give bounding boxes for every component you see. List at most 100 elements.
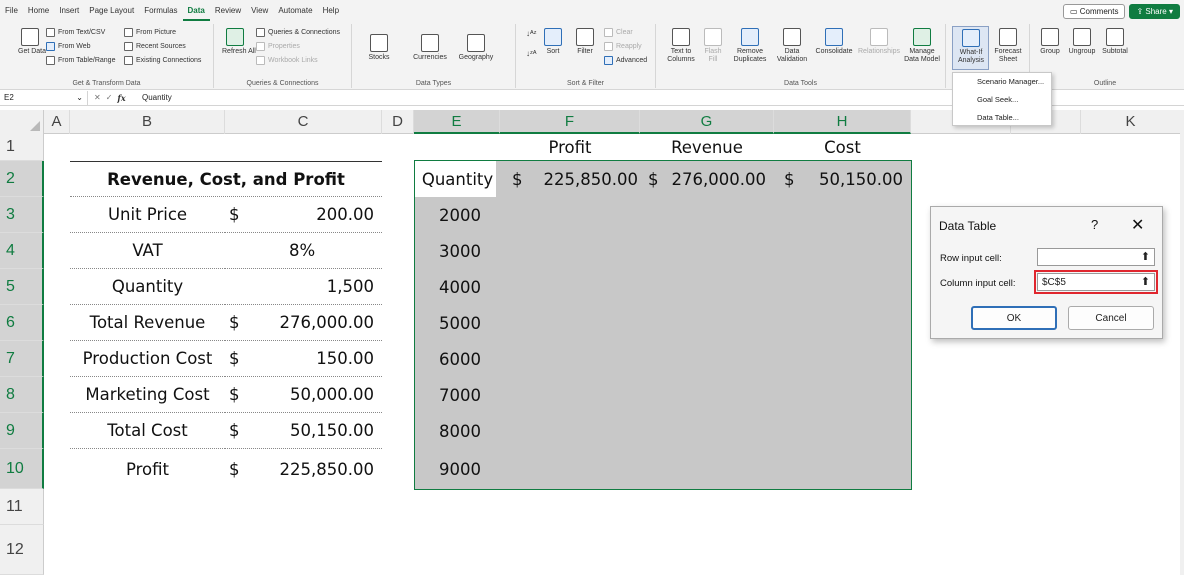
label-profit[interactable]: Profit (70, 449, 225, 489)
subtotal-button[interactable]: Subtotal (1100, 28, 1130, 56)
formula-input[interactable]: Quantity (138, 93, 172, 102)
value-cell-unit-price[interactable]: $200.00 (225, 197, 382, 233)
scenario-manager-item[interactable]: Scenario Manager... (953, 73, 1051, 91)
value-quantity[interactable]: 1,500 (225, 269, 382, 305)
column-input-field[interactable]: $C$5 ⬆ (1034, 270, 1158, 294)
relationships-button[interactable]: Relationships (858, 28, 900, 56)
label-unit-price[interactable]: Unit Price (70, 197, 225, 233)
name-box[interactable]: E2 ⌄ (0, 90, 88, 105)
ungroup-button[interactable]: Ungroup (1066, 28, 1098, 56)
tab-review[interactable]: Review (210, 0, 246, 22)
dt-cost-value-cell[interactable]: $50,150.00 (774, 161, 911, 197)
quantity-input-cell[interactable]: 2000 (415, 197, 500, 233)
cancel-icon[interactable]: ✕ (94, 93, 101, 102)
select-all-button[interactable] (0, 110, 44, 134)
tab-automate[interactable]: Automate (273, 0, 317, 22)
tab-page-layout[interactable]: Page Layout (84, 0, 139, 22)
queries-connections-button[interactable]: Queries & Connections (256, 27, 340, 38)
row-input-field[interactable]: ⬆ (1037, 248, 1155, 266)
quantity-input-cell[interactable]: 8000 (415, 413, 500, 449)
geography-button[interactable]: Geography (456, 34, 496, 62)
row-header-7[interactable]: 7 (0, 341, 44, 377)
workbook-links-button[interactable]: Workbook Links (256, 55, 318, 66)
row-header-8[interactable]: 8 (0, 377, 44, 413)
help-icon[interactable]: ? (1091, 217, 1098, 232)
flash-fill-button[interactable]: Flash Fill (702, 28, 724, 64)
refresh-all-button[interactable]: Refresh All (222, 28, 256, 56)
goal-seek-item[interactable]: Goal Seek... (953, 91, 1051, 109)
col-header-k[interactable]: K (1081, 110, 1181, 134)
advanced-button[interactable]: Advanced (604, 55, 647, 66)
col-header-a[interactable]: A (44, 110, 70, 134)
collapse-dialog-icon[interactable]: ⬆ (1141, 275, 1150, 288)
clear-button[interactable]: Clear (604, 27, 633, 38)
col-header-f[interactable]: F (500, 110, 640, 134)
stocks-button[interactable]: Stocks (366, 34, 392, 62)
table-title[interactable]: Revenue, Cost, and Profit (70, 162, 382, 197)
value-cell-profit[interactable]: $225,850.00 (225, 449, 382, 489)
tab-data[interactable]: Data (182, 1, 210, 21)
vertical-scrollbar[interactable] (1180, 110, 1184, 575)
from-text-csv-button[interactable]: From Text/CSV (46, 27, 105, 38)
row-header-3[interactable]: 3 (0, 197, 44, 233)
col-header-g[interactable]: G (640, 110, 774, 134)
ok-button[interactable]: OK (971, 306, 1057, 330)
label-total-revenue[interactable]: Total Revenue (70, 305, 225, 341)
cancel-button[interactable]: Cancel (1068, 306, 1154, 330)
value-vat[interactable]: 8% (225, 233, 382, 269)
quantity-input-cell[interactable]: 3000 (415, 233, 500, 269)
filter-button[interactable]: Filter (574, 28, 596, 56)
col-header-h[interactable]: H (774, 110, 911, 134)
row-header-9[interactable]: 9 (0, 413, 44, 449)
col-header-d[interactable]: D (382, 110, 414, 134)
consolidate-button[interactable]: Consolidate (814, 28, 854, 56)
value-cell-total-cost[interactable]: $50,150.00 (225, 413, 382, 449)
text-to-columns-button[interactable]: Text to Columns (664, 28, 698, 64)
from-table-range-button[interactable]: From Table/Range (46, 55, 115, 66)
dt-profit-value-cell[interactable]: $225,850.00 (500, 161, 640, 197)
col-header-c[interactable]: C (225, 110, 382, 134)
label-total-cost[interactable]: Total Cost (70, 413, 225, 449)
what-if-analysis-button[interactable]: What-If Analysis (952, 26, 989, 70)
header-profit[interactable]: Profit (500, 134, 640, 161)
collapse-dialog-icon[interactable]: ⬆ (1141, 250, 1150, 263)
label-marketing-cost[interactable]: Marketing Cost (70, 377, 225, 413)
forecast-sheet-button[interactable]: Forecast Sheet (992, 28, 1024, 64)
value-cell-marketing-cost[interactable]: $50,000.00 (225, 377, 382, 413)
tab-file[interactable]: File (0, 0, 23, 22)
comments-button[interactable]: ▭ Comments (1062, 4, 1126, 19)
sort-button[interactable]: Sort (544, 28, 562, 56)
data-validation-button[interactable]: Data Validation (774, 28, 810, 64)
header-revenue[interactable]: Revenue (640, 134, 774, 161)
tab-insert[interactable]: Insert (54, 0, 84, 22)
quantity-input-cell[interactable]: 6000 (415, 341, 500, 377)
tab-help[interactable]: Help (318, 0, 344, 22)
tab-home[interactable]: Home (23, 0, 54, 22)
value-cell-total-revenue[interactable]: $276,000.00 (225, 305, 382, 341)
row-header-6[interactable]: 6 (0, 305, 44, 341)
quantity-input-cell[interactable]: 4000 (415, 269, 500, 305)
label-quantity[interactable]: Quantity (70, 269, 225, 305)
row-header-2[interactable]: 2 (0, 161, 44, 197)
label-production-cost[interactable]: Production Cost (70, 341, 225, 377)
col-header-b[interactable]: B (70, 110, 225, 134)
properties-button[interactable]: Properties (256, 41, 300, 52)
sort-az-button[interactable]: ↓ᴬᶻ (526, 30, 537, 38)
close-icon[interactable]: ✕ (1131, 215, 1144, 235)
tab-view[interactable]: View (246, 0, 273, 22)
row-header-4[interactable]: 4 (0, 233, 44, 269)
quantity-input-cell[interactable]: 5000 (415, 305, 500, 341)
currencies-button[interactable]: Currencies (410, 34, 450, 62)
row-header-10[interactable]: 10 (0, 449, 44, 489)
get-data-button[interactable]: Get Data (18, 28, 46, 56)
header-cost[interactable]: Cost (774, 134, 911, 161)
remove-duplicates-button[interactable]: Remove Duplicates (728, 28, 772, 64)
corner-quantity[interactable]: Quantity (415, 161, 500, 197)
confirm-icon[interactable]: ✓ (106, 93, 113, 102)
from-web-button[interactable]: From Web (46, 41, 91, 52)
row-header-1[interactable]: 1 (0, 134, 44, 161)
row-header-12[interactable]: 12 (0, 525, 44, 575)
manage-data-model-button[interactable]: Manage Data Model (904, 28, 940, 64)
label-vat[interactable]: VAT (70, 233, 225, 269)
dt-revenue-value-cell[interactable]: $276,000.00 (640, 161, 774, 197)
